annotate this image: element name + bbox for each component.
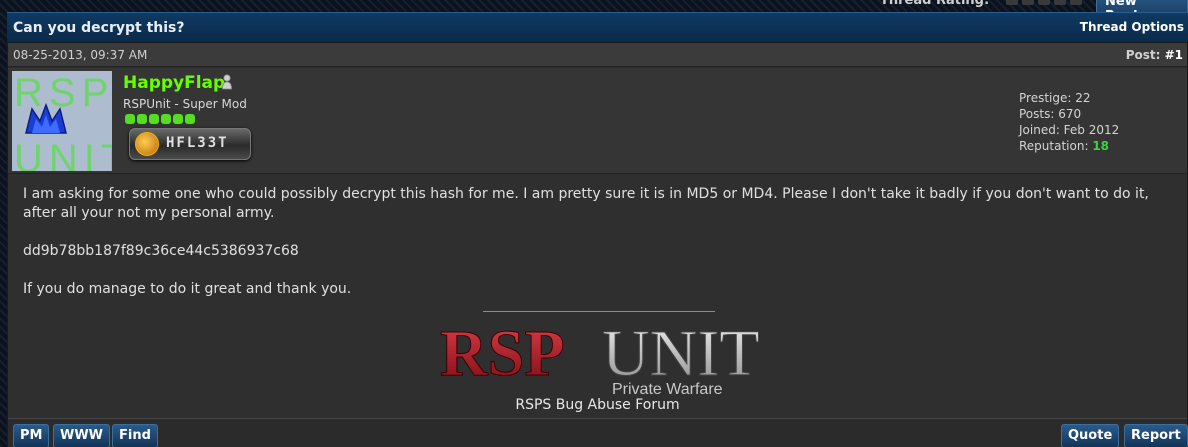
reputation-dot-icon: [161, 114, 171, 124]
post-date: 08-25-2013, 09:37 AM: [13, 48, 148, 62]
rating-star-icon[interactable]: [1070, 0, 1082, 5]
avatar[interactable]: RSP UNIT: [12, 71, 112, 171]
stat-posts: Posts: 670: [1019, 107, 1082, 121]
new-reply-button[interactable]: New Reply: [1096, 0, 1188, 12]
message-hash: dd9b78bb187f89c36ce44c5386937c68: [23, 243, 299, 259]
coin-icon: [135, 132, 159, 156]
post-message: I am asking for some one who could possi…: [23, 185, 1173, 318]
offline-status-icon: [222, 74, 232, 90]
post-number[interactable]: Post: #1: [1126, 48, 1183, 62]
reputation-dot-icon: [173, 114, 183, 124]
reputation-dot-icon: [185, 114, 195, 124]
thread-rating-stars[interactable]: [1006, 0, 1082, 5]
post-userinfo: RSP UNIT HappyFlap RSPUnit - Super Mod H…: [8, 68, 1187, 174]
report-button[interactable]: Report: [1124, 424, 1188, 447]
stat-reputation: Reputation: 18: [1019, 138, 1119, 154]
stat-joined: Joined: Feb 2012: [1019, 123, 1120, 137]
reputation-value[interactable]: 18: [1092, 139, 1109, 153]
logo-rsp-text: RSP: [440, 317, 565, 390]
rating-star-icon[interactable]: [1022, 0, 1034, 5]
user-award-badge: HFL33T: [129, 128, 251, 160]
post-number-link[interactable]: #1: [1165, 48, 1183, 62]
user-stats: Prestige: 22 Posts: 670 Joined: Feb 2012…: [1019, 90, 1119, 154]
logo-unit-text: UNIT: [602, 317, 760, 390]
reputation-dot-icon: [125, 114, 135, 124]
thread-title: Can you decrypt this?: [13, 20, 185, 36]
logo-subtitle-text: Private Warfare: [612, 381, 723, 397]
post: 08-25-2013, 09:37 AM Post: #1 RSP UNIT H…: [7, 42, 1188, 447]
signature-divider: [483, 311, 715, 312]
rating-star-icon[interactable]: [1038, 0, 1050, 5]
post-number-prefix: Post:: [1125, 48, 1165, 62]
thread-rating-label: Thread Rating:: [880, 0, 990, 8]
find-button[interactable]: Find: [112, 424, 158, 447]
rating-star-icon[interactable]: [1054, 0, 1066, 5]
thread-header: Can you decrypt this? Thread Options: [7, 12, 1188, 42]
message-paragraph: I am asking for some one who could possi…: [23, 186, 1149, 221]
username-link[interactable]: HappyFlap: [123, 73, 225, 93]
rating-star-icon[interactable]: [1006, 0, 1018, 5]
stat-prestige: Prestige: 22: [1019, 91, 1091, 105]
crown-icon: [25, 103, 67, 134]
reputation-dot-icon: [137, 114, 147, 124]
badge-text: HFL33T: [166, 135, 229, 151]
quote-button[interactable]: Quote: [1061, 424, 1120, 447]
signature-logo: RSP UNIT Private Warfare: [440, 317, 761, 398]
thread-toolbar: Thread Rating: New Reply: [0, 0, 1188, 12]
reputation-label: Reputation:: [1019, 139, 1093, 153]
reputation-bar: [125, 114, 195, 124]
post-actions: PM WWW Find Quote Report: [8, 418, 1188, 447]
avatar-text-bottom: UNIT: [14, 137, 112, 171]
reputation-dot-icon: [149, 114, 159, 124]
post-content: I am asking for some one who could possi…: [8, 175, 1187, 417]
signature-link[interactable]: RSPS Bug Abuse Forum: [8, 397, 1187, 413]
pm-button[interactable]: PM: [13, 424, 50, 447]
message-paragraph: If you do manage to do it great and than…: [23, 281, 352, 297]
thread-options-link[interactable]: Thread Options: [1080, 20, 1184, 34]
post-header: 08-25-2013, 09:37 AM Post: #1: [8, 43, 1187, 67]
user-title: RSPUnit - Super Mod: [123, 97, 247, 111]
www-button[interactable]: WWW: [53, 424, 111, 447]
